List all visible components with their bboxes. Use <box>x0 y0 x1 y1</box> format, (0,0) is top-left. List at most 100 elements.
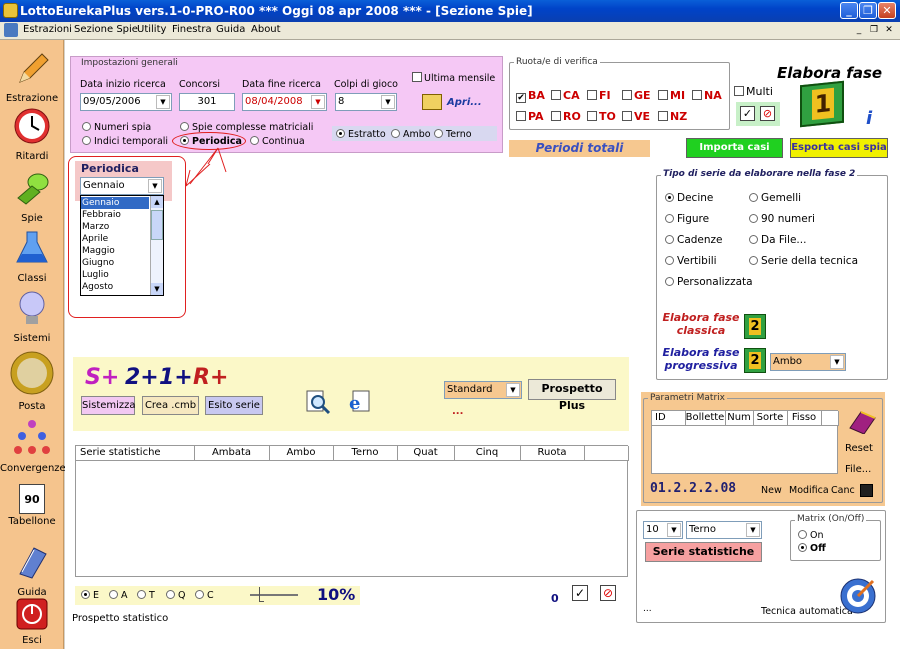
new-link[interactable]: New <box>761 485 782 496</box>
sidebar-item-sistemi[interactable]: Sistemi <box>0 288 64 344</box>
mdi-close-button[interactable]: ✕ <box>882 24 896 37</box>
percent-slider-track[interactable] <box>250 594 298 596</box>
save-icon[interactable] <box>860 484 873 497</box>
prospetto-plus-button[interactable]: Prospetto Plus <box>528 379 616 412</box>
col-bollette[interactable]: Bollette <box>685 411 726 426</box>
col-ruota[interactable]: Ruota <box>520 446 585 461</box>
radio-q[interactable]: Q <box>166 590 185 601</box>
esporta-casi-spia-button[interactable]: Esporta casi spia <box>790 138 888 158</box>
col-cinq[interactable]: Cinq <box>454 446 521 461</box>
data-fine-select[interactable]: 08/04/2008 ▼ <box>242 93 327 111</box>
check-icon[interactable]: ✓ <box>572 585 588 601</box>
ruota-fi[interactable]: FI <box>587 89 611 102</box>
importa-casi-spia-button[interactable]: Importa casi spia <box>686 138 783 170</box>
radio-terno[interactable]: Terno <box>434 129 472 140</box>
radio-90-numeri[interactable]: 90 numeri <box>749 213 815 225</box>
menu-sezione-spie[interactable]: Sezione Spie <box>74 24 138 35</box>
col-num[interactable]: Num <box>725 411 754 426</box>
col-ambo[interactable]: Ambo <box>269 446 334 461</box>
list-item[interactable]: Febbraio <box>82 209 121 221</box>
menu-finestra[interactable]: Finestra <box>172 24 212 35</box>
stop-icon[interactable]: ⊘ <box>600 585 616 601</box>
sorte-select[interactable]: Terno ▼ <box>686 521 762 539</box>
radio-estratto[interactable]: Estratto <box>336 129 386 140</box>
ruota-pa[interactable]: PA <box>516 110 544 123</box>
ruota-na[interactable]: NA <box>692 89 722 102</box>
sistemizza-button[interactable]: Sistemizza <box>81 396 136 415</box>
serie-statistiche-button[interactable]: Serie statistiche <box>645 542 762 562</box>
sidebar-item-guida[interactable]: Guida <box>0 542 64 598</box>
radio-figure[interactable]: Figure <box>665 213 709 225</box>
ambo-select[interactable]: Ambo ▼ <box>770 353 846 371</box>
list-item[interactable]: Aprile <box>82 233 108 245</box>
maximize-button[interactable]: ❐ <box>859 2 877 19</box>
radio-off[interactable]: Off <box>798 543 826 554</box>
radio-vertibili[interactable]: Vertibili <box>665 255 717 267</box>
periodica-dropdown-list[interactable]: Gennaio Febbraio Marzo Aprile Maggio Giu… <box>80 195 164 296</box>
target-icon[interactable] <box>839 577 877 615</box>
col-ambata[interactable]: Ambata <box>194 446 270 461</box>
mdi-restore-button[interactable]: ❐ <box>867 24 881 37</box>
col-fisso[interactable]: Fisso <box>787 411 822 426</box>
canc-link[interactable]: Canc <box>831 485 855 496</box>
radio-c[interactable]: C <box>195 590 214 601</box>
doc-icon[interactable] <box>4 23 18 37</box>
check-all-icon[interactable]: ✓ <box>740 106 755 121</box>
sidebar-item-convergenze[interactable]: Convergenze <box>0 418 66 474</box>
reset-link[interactable]: Reset <box>845 443 873 454</box>
fase2-classica-button[interactable]: 2 <box>744 314 766 339</box>
col-terno[interactable]: Terno <box>333 446 398 461</box>
browser-icon[interactable]: e <box>347 389 373 415</box>
radio-t[interactable]: T <box>137 590 155 601</box>
menu-guida[interactable]: Guida <box>216 24 245 35</box>
ruota-to[interactable]: TO <box>587 110 616 123</box>
esito-serie-button[interactable]: Esito serie <box>205 396 263 415</box>
menu-estrazioni[interactable]: Estrazioni <box>23 24 72 35</box>
radio-cadenze[interactable]: Cadenze <box>665 234 723 246</box>
crea-cmb-button[interactable]: Crea .cmb <box>142 396 199 415</box>
serie-table[interactable]: Serie statistiche Ambata Ambo Terno Quat… <box>75 445 629 577</box>
radio-a[interactable]: A <box>109 590 128 601</box>
radio-decine[interactable]: Decine <box>665 192 713 204</box>
list-item[interactable]: Gennaio <box>81 197 149 209</box>
radio-personalizzata[interactable]: Personalizzata <box>665 276 753 288</box>
uncheck-all-icon[interactable]: ⊘ <box>760 106 775 121</box>
ruota-mi[interactable]: MI <box>658 89 685 102</box>
col-serie-statistiche[interactable]: Serie statistiche <box>76 446 195 461</box>
reset-book-icon[interactable] <box>847 408 877 434</box>
ultima-mensile-checkbox[interactable]: Ultima mensile <box>412 72 495 84</box>
info-icon[interactable]: i <box>866 108 884 129</box>
list-item[interactable]: Marzo <box>82 221 109 233</box>
radio-ambo[interactable]: Ambo <box>391 129 431 140</box>
list-scrollbar[interactable]: ▲ ▼ <box>150 196 163 295</box>
menu-utility[interactable]: Utility <box>137 24 166 35</box>
sidebar-item-posta[interactable]: Posta <box>0 350 64 412</box>
matrix-table[interactable]: ID Bollette Num Sorte Fisso <box>651 410 839 474</box>
modifica-link[interactable]: Modifica <box>789 485 829 496</box>
sidebar-item-spie[interactable]: Spie <box>0 168 64 224</box>
radio-continua[interactable]: Continua <box>250 136 305 147</box>
percent-slider-thumb[interactable] <box>259 587 264 602</box>
list-item[interactable]: Luglio <box>82 269 109 281</box>
periodica-select[interactable]: Gennaio ▼ <box>80 177 164 195</box>
ruota-ba[interactable]: ✔ BA <box>516 89 545 103</box>
chevron-down-icon[interactable]: ▼ <box>151 283 163 295</box>
multi-checkbox[interactable]: Multi <box>734 85 773 98</box>
standard-select[interactable]: Standard ▼ <box>444 381 522 399</box>
minimize-button[interactable]: _ <box>840 2 858 19</box>
menu-about[interactable]: About <box>251 24 281 35</box>
list-item[interactable]: Agosto <box>82 281 113 293</box>
radio-gemelli[interactable]: Gemelli <box>749 192 801 204</box>
magnifier-icon[interactable] <box>305 389 331 415</box>
fase1-button[interactable]: 1 <box>800 80 844 128</box>
ruota-nz[interactable]: NZ <box>658 110 687 123</box>
sidebar-item-tabellone[interactable]: 90 Tabellone <box>0 484 64 527</box>
radio-on[interactable]: On <box>798 530 824 541</box>
ruota-ge[interactable]: GE <box>622 89 651 102</box>
chevron-up-icon[interactable]: ▲ <box>151 196 163 208</box>
ruota-ca[interactable]: CA <box>551 89 580 102</box>
radio-numeri-spia[interactable]: Numeri spia <box>82 122 151 133</box>
col-id[interactable]: ID <box>652 411 686 426</box>
apri-link[interactable]: Apri... <box>447 97 482 108</box>
mdi-minimize-button[interactable]: _ <box>852 24 866 37</box>
